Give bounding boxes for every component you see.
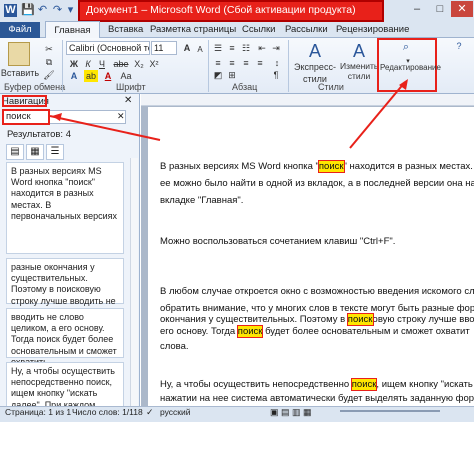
doc-line: В разных версиях MS Word кнопка "поиск" … (160, 160, 474, 173)
underline-button[interactable]: Ч (96, 58, 108, 70)
ribbon-separator (208, 40, 209, 92)
italic-button[interactable]: К (82, 58, 94, 70)
ribbon-separator (288, 40, 289, 92)
text-effects-icon[interactable]: A (68, 70, 80, 82)
paragraph-group-label: Абзац (232, 82, 258, 92)
doc-line: слова. (160, 341, 189, 352)
doc-line: В любом случае откроется окно с возможно… (160, 286, 474, 297)
proofing-icon[interactable]: ✓ (146, 407, 154, 418)
search-annotation-box (2, 109, 50, 125)
grow-font-icon[interactable]: A (180, 42, 194, 54)
results-view-icon[interactable]: ☰ (46, 144, 64, 160)
pages-view-icon[interactable]: ▦ (26, 144, 44, 160)
paste-icon[interactable] (8, 42, 30, 66)
search-match: поиск (317, 160, 345, 173)
paste-button[interactable]: Вставить (0, 67, 40, 79)
doc-line: ее можно было найти в одной из вкладок, … (160, 178, 474, 189)
undo-icon[interactable]: ↶ (36, 4, 49, 17)
multilevel-list-icon[interactable]: ☷ (240, 42, 252, 54)
search-match: поиск (236, 325, 264, 338)
close-icon[interactable]: ✕ (451, 1, 473, 17)
tab-references[interactable]: Ссылки (242, 22, 275, 38)
styles-group-label: Стили (318, 82, 344, 92)
doc-line: Можно воспользоваться сочетанием клавиш … (160, 236, 396, 247)
shading-icon[interactable]: ◩ (212, 69, 224, 81)
font-name-field[interactable]: Calibri (Основной текст) (66, 41, 150, 55)
copy-icon[interactable]: ⧉ (42, 56, 56, 68)
headings-view-icon[interactable]: ▤ (6, 144, 24, 160)
font-color-icon[interactable]: A (102, 70, 114, 82)
doc-line: вкладке "Главная". (160, 195, 244, 206)
tab-home[interactable]: Главная (45, 21, 100, 39)
decrease-indent-icon[interactable]: ⇤ (256, 42, 268, 54)
clipboard-group-label: Буфер обмена (4, 82, 66, 92)
search-result-item[interactable]: Ну, а чтобы осуществить непосредственно … (6, 362, 124, 421)
change-case-button[interactable]: Aa (118, 70, 134, 82)
bold-button[interactable]: Ж (68, 58, 80, 70)
tab-insert[interactable]: Вставка (108, 22, 143, 38)
align-left-icon[interactable]: ≡ (212, 57, 224, 69)
zoom-slider[interactable] (340, 410, 440, 412)
format-painter-icon[interactable]: 🖌 (42, 69, 56, 81)
search-result-item[interactable]: разные окончания у существительных. Поэт… (6, 258, 124, 317)
font-group-label: Шрифт (116, 82, 146, 92)
subscript-button[interactable]: X₂ (132, 58, 146, 70)
horizontal-ruler[interactable] (141, 94, 474, 106)
editing-button[interactable]: Редактирование (380, 62, 441, 74)
nav-scrollbar[interactable] (130, 158, 138, 406)
save-icon[interactable]: 💾 (21, 4, 35, 17)
change-styles-button[interactable]: Изменить стили (340, 61, 378, 81)
redo-icon[interactable]: ↷ (51, 4, 64, 17)
tab-mailings[interactable]: Рассылки (285, 22, 328, 38)
nav-close-icon[interactable]: ✕ (124, 95, 132, 106)
nav-title-annotation-box (2, 95, 47, 107)
tab-page-layout[interactable]: Разметка страницы (150, 22, 236, 38)
search-result-item[interactable]: вводить не слово целиком, а его основу. … (6, 308, 124, 367)
status-words[interactable]: Число слов: 1/118 (72, 407, 143, 417)
show-marks-icon[interactable]: ¶ (270, 69, 282, 81)
status-language[interactable]: русский (160, 407, 191, 417)
change-styles-icon[interactable]: A (348, 40, 370, 62)
cut-icon[interactable]: ✂ (42, 43, 56, 55)
align-right-icon[interactable]: ≡ (240, 57, 252, 69)
justify-icon[interactable]: ≡ (254, 57, 266, 69)
status-page[interactable]: Страница: 1 из 1 (5, 407, 71, 417)
highlight-color-icon[interactable]: ab (84, 70, 98, 82)
results-count: Результатов: 4 (7, 129, 71, 140)
numbering-icon[interactable]: ≡ (226, 42, 238, 54)
line-spacing-icon[interactable]: ↕ (270, 57, 284, 69)
bullets-icon[interactable]: ☰ (212, 42, 224, 54)
view-buttons-icon[interactable]: ▣ ▤ ▥ ▦ (270, 407, 312, 418)
doc-line: нажатии на нее система автоматически буд… (160, 393, 474, 404)
tab-review[interactable]: Рецензирование (336, 22, 409, 38)
document-page[interactable] (148, 107, 474, 406)
tab-file[interactable]: Файл (0, 22, 40, 38)
qat-dropdown-icon[interactable]: ▾ (64, 4, 77, 17)
strikethrough-button[interactable]: abe (112, 58, 130, 70)
window-title: Документ1 – Microsoft Word (Сбой активац… (86, 4, 356, 16)
word-app-icon[interactable]: W (4, 4, 17, 17)
shrink-font-icon[interactable]: A (194, 44, 206, 56)
page-bottom (0, 422, 474, 449)
increase-indent-icon[interactable]: ⇥ (270, 42, 282, 54)
superscript-button[interactable]: X² (147, 58, 161, 70)
maximize-icon[interactable]: □ (429, 1, 451, 17)
ribbon-separator (62, 40, 63, 92)
minimize-icon[interactable]: – (406, 1, 428, 17)
font-size-field[interactable]: 11 (151, 41, 177, 55)
help-icon[interactable]: ? (452, 40, 466, 52)
search-result-item[interactable]: В разных версиях MS Word кнопка "поиск" … (6, 162, 124, 254)
align-center-icon[interactable]: ≡ (226, 57, 238, 69)
borders-icon[interactable]: ⊞ (226, 69, 238, 81)
binoculars-icon[interactable]: ⌕ (398, 41, 414, 53)
express-styles-icon[interactable]: A (304, 40, 326, 62)
search-match: поиск (350, 378, 378, 391)
clear-search-icon[interactable]: ✕ (117, 111, 125, 122)
